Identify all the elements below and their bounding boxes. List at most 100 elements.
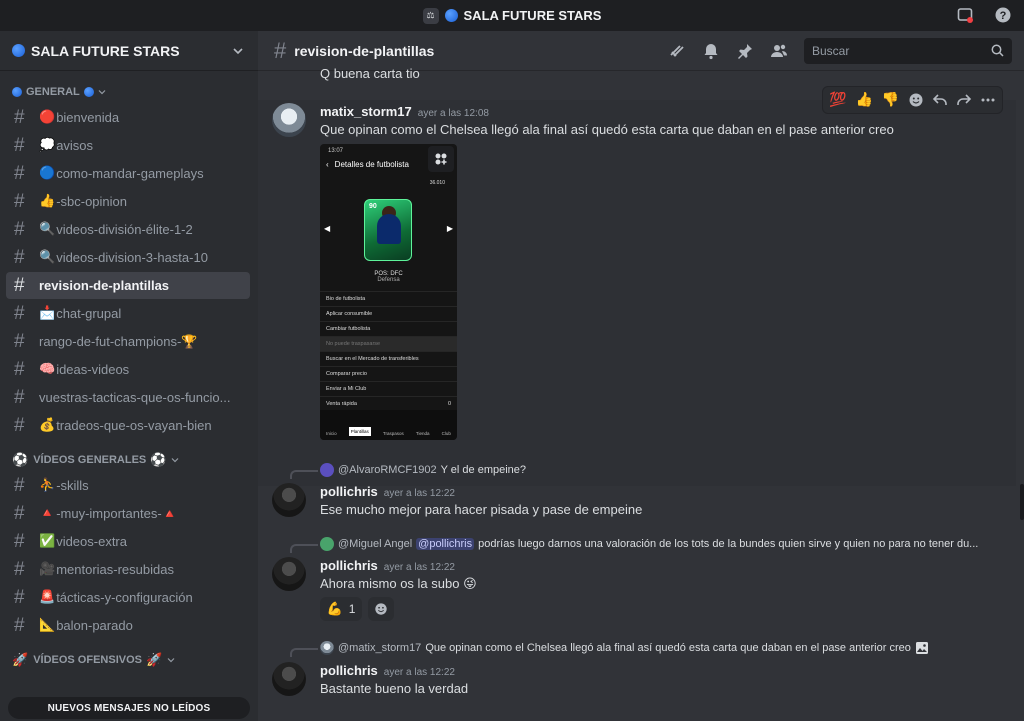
image-options-button[interactable]	[428, 146, 454, 172]
username[interactable]: matix_storm17	[320, 104, 412, 119]
category-label: GENERAL	[26, 86, 80, 98]
channel-mentorias-resubidas[interactable]: # 🎥 mentorias-resubidas	[6, 556, 250, 583]
pin-icon[interactable]	[736, 42, 754, 60]
reply-reference[interactable]: @matix_storm17 Que opinan como el Chelse…	[320, 641, 929, 655]
category-videos-generales[interactable]: ⚽ VÍDEOS GENERALES ⚽	[0, 449, 258, 471]
hash-icon: #	[14, 558, 25, 580]
thumbs-down-reaction-button[interactable]: 👎	[882, 92, 899, 108]
reaction-flexed-biceps[interactable]: 💪 1	[320, 597, 362, 621]
inbox-icon[interactable]	[956, 6, 974, 24]
channel-sbc-opinion[interactable]: # 👍 -sbc-opinion	[6, 188, 250, 215]
hash-icon: #	[14, 106, 25, 128]
channel-tradeos[interactable]: # 💰 tradeos-que-os-vayan-bien	[6, 412, 250, 439]
channel-emoji: 🚨	[39, 590, 56, 605]
hash-icon: #	[14, 218, 25, 240]
channel-revision-de-plantillas[interactable]: # revision-de-plantillas	[6, 272, 250, 299]
username[interactable]: pollichris	[320, 558, 378, 573]
menu-item: Venta rápida 0	[320, 396, 457, 411]
channel-como-mandar-gameplays[interactable]: # 🔵 como-mandar-gameplays	[6, 160, 250, 187]
threads-icon[interactable]	[668, 42, 686, 60]
channel-chat-grupal[interactable]: # 📩 chat-grupal	[6, 300, 250, 327]
channel-label: videos-division-3-hasta-10	[56, 250, 208, 265]
more-icon[interactable]	[980, 92, 996, 108]
channel-label: chat-grupal	[56, 306, 122, 321]
channel-vuestras-tacticas[interactable]: # vuestras-tacticas-que-os-funcio...	[6, 384, 250, 411]
timestamp: ayer a las 12:22	[383, 488, 455, 499]
reply-reference[interactable]: @AlvaroRMCF1902 Y el de empeine?	[320, 463, 526, 477]
svg-text:?: ?	[1000, 10, 1007, 22]
help-icon[interactable]: ?	[994, 6, 1012, 24]
channel-emoji: 🔍	[39, 222, 56, 237]
position-sub: Defensa	[377, 277, 400, 283]
image-icon	[915, 642, 928, 654]
reply-user[interactable]: @Miguel Angel	[338, 538, 412, 550]
menu-item: Buscar en el Mercado de transferibles	[320, 351, 457, 366]
forward-icon[interactable]	[956, 92, 972, 108]
channel-emoji: 💭	[39, 138, 56, 153]
window-title: ⚖ SALA FUTURE STARS	[422, 7, 601, 24]
avatar[interactable]	[272, 483, 306, 517]
hash-icon: #	[14, 502, 25, 524]
channel-emoji: ✅	[39, 534, 56, 549]
chevron-down-icon[interactable]	[232, 45, 244, 57]
channel-ideas-videos[interactable]: # 🧠 ideas-videos	[6, 356, 250, 383]
add-reaction-button[interactable]	[368, 597, 394, 621]
category-general[interactable]: GENERAL	[0, 81, 258, 103]
hash-icon: #	[14, 302, 25, 324]
mention[interactable]: @pollichris	[416, 538, 475, 550]
nav-item: Inicio	[326, 431, 337, 436]
hash-icon: #	[14, 134, 25, 156]
avatar	[320, 641, 334, 655]
server-header[interactable]: SALA FUTURE STARS	[0, 31, 258, 71]
avatar[interactable]	[272, 103, 306, 137]
blue-circle-icon	[12, 87, 22, 97]
chat-main: # revision-de-plantillas Buscar Q buena …	[258, 31, 1024, 721]
hash-icon: #	[14, 274, 25, 296]
channel-emoji: 🔴	[39, 110, 56, 125]
avatar	[320, 537, 334, 551]
channel-rango-de-fut-champions[interactable]: # rango-de-fut-champions-🏆	[6, 328, 250, 355]
channel-emoji: 🧠	[39, 362, 56, 377]
message-toolbar: 💯 👍 👎	[822, 86, 1004, 114]
reply-icon[interactable]	[932, 92, 948, 108]
thumbs-up-reaction-button[interactable]: 👍	[855, 92, 872, 108]
blue-circle-icon	[83, 87, 94, 97]
coin-balance: 36.010	[429, 180, 445, 186]
channel-avisos[interactable]: # 💭 avisos	[6, 132, 250, 159]
username[interactable]: pollichris	[320, 484, 378, 499]
message-item[interactable]: matix_storm17 ayer a las 12:08 Que opina…	[258, 86, 1016, 486]
members-icon[interactable]	[770, 42, 788, 60]
hundred-reaction-button[interactable]: 💯	[829, 92, 846, 108]
search-input[interactable]: Buscar	[804, 37, 1012, 64]
channel-tacticas-y-configuracion[interactable]: # 🚨 tácticas-y-configuración	[6, 584, 250, 611]
message-text: Bastante bueno la verdad	[320, 681, 469, 696]
channel-label: videos-división-élite-1-2	[56, 222, 193, 237]
channel-videos-division-elite[interactable]: # 🔍 videos-división-élite-1-2	[6, 216, 250, 243]
category-label: VÍDEOS OFENSIVOS	[33, 654, 142, 666]
phone-title: Detalles de futbolista	[334, 160, 409, 169]
category-label: VÍDEOS GENERALES	[33, 454, 147, 466]
add-reaction-icon[interactable]	[908, 92, 924, 108]
username[interactable]: pollichris	[320, 663, 378, 678]
channel-bienvenida[interactable]: # 🔴 bienvenida	[6, 104, 250, 131]
reply-user[interactable]: @matix_storm17	[338, 642, 421, 654]
channel-emoji: ⛹	[39, 478, 56, 493]
channel-videos-extra[interactable]: # ✅ videos-extra	[6, 528, 250, 555]
reply-reference[interactable]: @Miguel Angel @pollichris podrías luego …	[320, 537, 978, 551]
reply-text: Que opinan como el Chelsea llegó ala fin…	[425, 642, 911, 654]
scrollbar-thumb[interactable]	[1020, 484, 1024, 520]
reply-text: Y el de empeine?	[440, 464, 527, 476]
avatar[interactable]	[272, 662, 306, 696]
unread-messages-banner[interactable]: NUEVOS MENSAJES NO LEÍDOS	[8, 697, 250, 719]
avatar[interactable]	[272, 557, 306, 591]
channel-skills[interactable]: # ⛹ -skills	[6, 472, 250, 499]
bell-icon[interactable]	[702, 42, 720, 60]
channel-muy-importantes[interactable]: # 🔺 -muy-importantes-🔺	[6, 500, 250, 527]
channel-label: -muy-importantes-🔺	[56, 505, 178, 521]
channel-videos-division-3[interactable]: # 🔍 videos-division-3-hasta-10	[6, 244, 250, 271]
reply-user[interactable]: @AlvaroRMCF1902	[338, 464, 437, 476]
image-attachment[interactable]: 13:07 ‹ Detalles de futbolista 36.010 ◀ …	[320, 144, 457, 440]
nav-item: Club	[441, 431, 451, 436]
category-videos-ofensivos[interactable]: 🚀 VÍDEOS OFENSIVOS 🚀	[0, 649, 258, 671]
channel-balon-parado[interactable]: # 📐 balon-parado	[6, 612, 250, 639]
